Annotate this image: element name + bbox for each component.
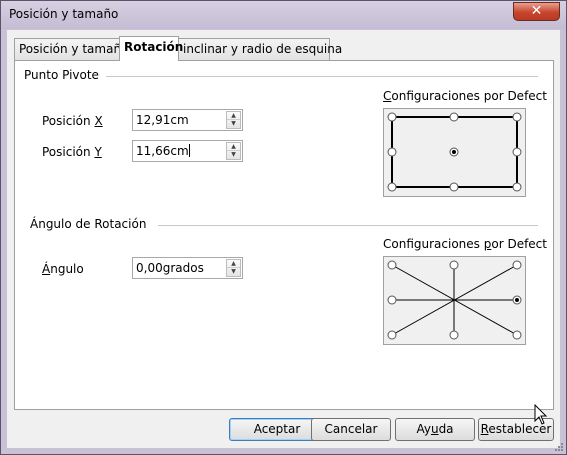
dialog-window: Posición y tamaño ✕ Posición y tamaño Ro…	[0, 0, 567, 455]
tab-label: inclinar y radio de esquina	[183, 42, 343, 56]
spin-down-icon[interactable]: ▼	[227, 120, 240, 128]
pos-x-spin-buttons[interactable]: ▲ ▼	[226, 111, 241, 129]
angle-value: 0,00grados	[136, 261, 204, 275]
rotation-section-title: Ángulo de Rotación	[30, 217, 147, 231]
rotation-preview-graphic	[387, 260, 522, 340]
help-button[interactable]: Ayuda	[395, 418, 475, 441]
tab-posicion-tamano[interactable]: Posición y tamaño	[14, 38, 128, 60]
spin-down-icon[interactable]: ▼	[227, 151, 240, 159]
close-button[interactable]: ✕	[513, 2, 560, 21]
tab-rotacion[interactable]: Rotación	[119, 36, 183, 61]
angle-label: Ángulo	[42, 262, 84, 276]
window-title: Posición y tamaño	[9, 7, 119, 21]
text-cursor	[188, 144, 190, 157]
rotation-config-label: Configuraciones por Defect	[383, 237, 547, 251]
resize-grip-icon[interactable]	[554, 442, 564, 452]
pivot-preview-graphic	[387, 112, 522, 192]
rotation-section-divider	[158, 225, 538, 226]
pos-x-label: Posición X	[42, 114, 103, 128]
tab-label: Posición y tamaño	[19, 42, 129, 56]
rotation-default-settings-control[interactable]	[383, 256, 526, 345]
pivot-section-divider	[106, 76, 538, 77]
mouse-pointer-icon	[534, 404, 548, 425]
angle-spin-buttons[interactable]: ▲ ▼	[226, 259, 241, 277]
pivot-config-label: Configuraciones por Defect	[383, 89, 547, 103]
pos-y-spin-buttons[interactable]: ▲ ▼	[226, 142, 241, 160]
rotation-tab-panel: Punto Pivote Posición X 12,91cm ▲ ▼ Posi…	[14, 60, 554, 410]
angle-spinbox[interactable]: 0,00grados ▲ ▼	[132, 257, 243, 279]
title-bar[interactable]: Posición y tamaño ✕	[1, 1, 566, 29]
spin-up-icon[interactable]: ▲	[227, 112, 240, 120]
dialog-client-area: Posición y tamaño Rotación inclinar y ra…	[7, 30, 560, 448]
pivot-default-settings-control[interactable]	[383, 108, 526, 197]
pivot-section-title: Punto Pivote	[24, 68, 99, 82]
cancel-button[interactable]: Cancelar	[311, 418, 391, 441]
spin-up-icon[interactable]: ▲	[227, 260, 240, 268]
pos-y-label: Posición Y	[42, 145, 102, 159]
tab-label: Rotación	[124, 40, 184, 54]
pos-y-spinbox[interactable]: 11,66cm ▲ ▼	[132, 140, 243, 162]
pos-y-value: 11,66cm	[136, 144, 190, 158]
spin-up-icon[interactable]: ▲	[227, 143, 240, 151]
spin-down-icon[interactable]: ▼	[227, 268, 240, 276]
close-icon: ✕	[530, 3, 543, 19]
tab-inclinar-radio[interactable]: inclinar y radio de esquina	[178, 38, 342, 60]
pos-x-spinbox[interactable]: 12,91cm ▲ ▼	[132, 109, 243, 131]
pos-x-value: 12,91cm	[136, 113, 189, 127]
